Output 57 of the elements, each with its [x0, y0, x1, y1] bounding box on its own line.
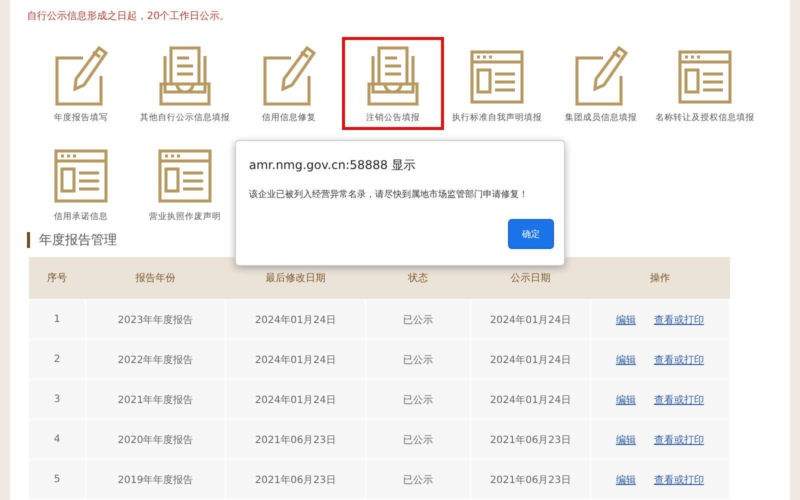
pencil-icon — [261, 44, 317, 108]
feature-tile[interactable]: 集团成员信息填报 — [550, 37, 652, 130]
table-cell: 2024年01月24日 — [226, 340, 366, 380]
table-cell: 2024年01月24日 — [470, 340, 590, 380]
table-cell: 2021年06月23日 — [470, 460, 590, 500]
section-title: 年度报告管理 — [39, 232, 117, 249]
table-cell: 1 — [28, 300, 86, 340]
table-cell: 已公示 — [366, 420, 470, 460]
table-cell: 已公示 — [366, 460, 470, 500]
table-cell: 2021年06月23日 — [226, 420, 366, 460]
view-print-link[interactable]: 查看或打印 — [654, 354, 704, 366]
table-cell: 2 — [28, 340, 86, 380]
document-tray-icon — [365, 44, 421, 108]
table-cell: 2019年年度报告 — [86, 460, 226, 500]
column-header: 报告年份 — [86, 257, 226, 300]
feature-tile[interactable]: 名称转让及授权信息填报 — [654, 37, 756, 130]
pencil-icon — [573, 44, 629, 108]
feature-tile[interactable]: 其他自行公示信息填报 — [134, 37, 236, 130]
edit-link[interactable]: 编辑 — [616, 474, 636, 486]
table-cell: 2021年年度报告 — [86, 380, 226, 420]
notice-text: 自行公示信息形成之日起，20个工作日公示。 — [27, 10, 231, 24]
feature-tile[interactable]: 营业执照作废声明 — [134, 136, 236, 229]
table-cell: 已公示 — [366, 380, 470, 420]
ok-button[interactable]: 确定 — [508, 219, 554, 249]
feature-tile[interactable]: 年度报告填写 — [30, 37, 132, 130]
table-cell: 2022年年度报告 — [86, 340, 226, 380]
edit-link[interactable]: 编辑 — [616, 434, 636, 446]
table-cell: 3 — [28, 380, 86, 420]
view-print-link[interactable]: 查看或打印 — [654, 434, 704, 446]
feature-tile[interactable]: 执行标准自我声明填报 — [446, 37, 548, 130]
table-cell: 2024年01月24日 — [226, 380, 366, 420]
column-header: 操作 — [590, 257, 730, 300]
pencil-icon — [53, 44, 109, 108]
table-cell: 2023年年度报告 — [86, 300, 226, 340]
edit-link[interactable]: 编辑 — [616, 314, 636, 326]
view-print-link[interactable]: 查看或打印 — [654, 474, 704, 486]
view-print-link[interactable]: 查看或打印 — [654, 314, 704, 326]
table-cell: 2021年06月23日 — [470, 420, 590, 460]
table-cell: 2024年01月24日 — [470, 380, 590, 420]
table-cell: 2024年01月24日 — [470, 300, 590, 340]
table-cell: 已公示 — [366, 340, 470, 380]
table-cell: 2024年01月24日 — [226, 300, 366, 340]
feature-tile[interactable]: 信用信息修复 — [238, 37, 340, 130]
feature-tile[interactable]: 信用承诺信息 — [30, 136, 132, 229]
dialog-message: 该企业已被列入经营异常名录，请尽快到属地市场监管部门申请修复！ — [249, 188, 529, 201]
table-cell: 2021年06月23日 — [226, 460, 366, 500]
edit-link[interactable]: 编辑 — [616, 354, 636, 366]
column-header: 序号 — [28, 257, 86, 300]
edit-link[interactable]: 编辑 — [616, 394, 636, 406]
dialog-title: amr.nmg.gov.cn:58888 显示 — [249, 157, 417, 174]
table-cell: 4 — [28, 420, 86, 460]
view-print-link[interactable]: 查看或打印 — [654, 394, 704, 406]
table-cell: 2020年年度报告 — [86, 420, 226, 460]
feature-tile[interactable]: 注销公告填报 — [342, 37, 444, 130]
document-tray-icon — [157, 44, 213, 108]
table-cell: 已公示 — [366, 300, 470, 340]
table-cell: 5 — [28, 460, 86, 500]
